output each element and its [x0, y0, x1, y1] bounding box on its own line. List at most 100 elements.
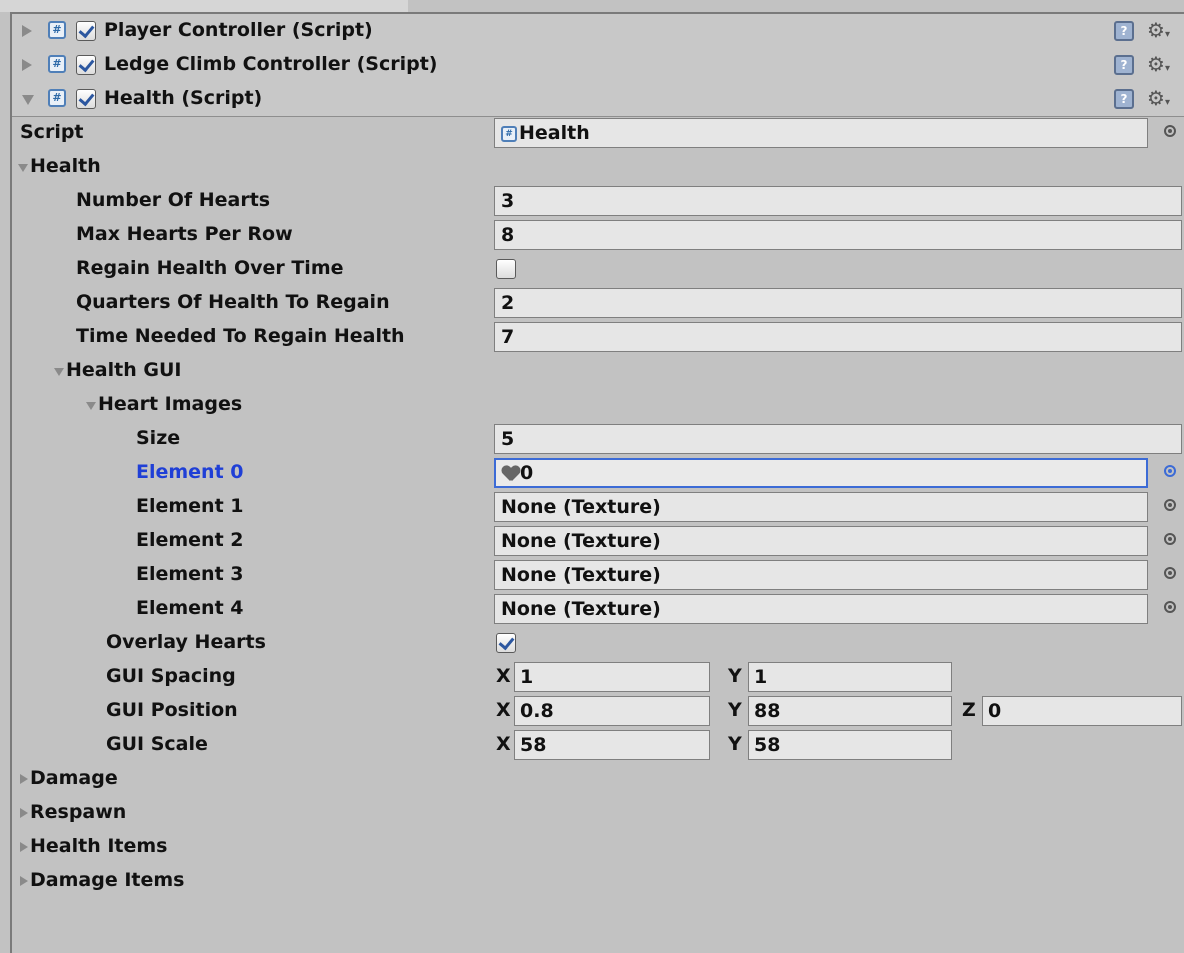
- csharp-script-icon: #: [48, 89, 66, 107]
- foldout-collapsed-icon[interactable]: [22, 25, 32, 37]
- heart-images-size-row: Size 5: [12, 422, 1184, 456]
- number-of-hearts-input[interactable]: 3: [494, 186, 1182, 216]
- gui-spacing-x-input[interactable]: 1: [514, 662, 710, 692]
- gui-scale-y-input[interactable]: 58: [748, 730, 952, 760]
- respawn-label: Respawn: [30, 801, 127, 823]
- component-title: Player Controller (Script): [104, 19, 373, 41]
- inspector-panel: # Player Controller (Script) ? ⚙▾ # Ledg…: [10, 12, 1184, 953]
- gear-icon[interactable]: ⚙▾: [1147, 88, 1170, 110]
- regain-health-over-time-checkbox[interactable]: [496, 259, 516, 279]
- foldout-expanded-icon[interactable]: [18, 164, 28, 172]
- damage-foldout[interactable]: Damage: [12, 762, 1184, 796]
- element-4-object-field[interactable]: None (Texture): [494, 594, 1148, 624]
- gui-spacing-y-input[interactable]: 1: [748, 662, 952, 692]
- heart-texture-icon: [502, 466, 520, 482]
- script-row: Script # Health: [12, 116, 1184, 150]
- object-picker-icon[interactable]: [1164, 465, 1176, 477]
- regain-health-over-time-label: Regain Health Over Time: [76, 257, 344, 279]
- gui-scale-row: GUI Scale X 58 Y 58: [12, 728, 1184, 762]
- time-needed-row: Time Needed To Regain Health 7: [12, 320, 1184, 354]
- foldout-collapsed-icon[interactable]: [20, 876, 28, 886]
- element-0-object-field[interactable]: 0: [494, 458, 1148, 488]
- number-of-hearts-row: Number Of Hearts 3: [12, 184, 1184, 218]
- script-object-field[interactable]: # Health: [494, 118, 1148, 148]
- component-enabled-checkbox[interactable]: [76, 21, 96, 41]
- regain-health-over-time-row: Regain Health Over Time: [12, 252, 1184, 286]
- help-book-icon[interactable]: ?: [1114, 21, 1134, 41]
- overlay-hearts-row: Overlay Hearts: [12, 626, 1184, 660]
- gui-position-y-input[interactable]: 88: [748, 696, 952, 726]
- z-axis-label: Z: [962, 699, 976, 721]
- max-hearts-per-row-row: Max Hearts Per Row 8: [12, 218, 1184, 252]
- element-0-row: Element 0 0: [12, 456, 1184, 490]
- gear-icon[interactable]: ⚙▾: [1147, 20, 1170, 42]
- quarters-of-health-input[interactable]: 2: [494, 288, 1182, 318]
- object-picker-icon[interactable]: [1164, 567, 1176, 579]
- y-axis-label: Y: [728, 699, 742, 721]
- csharp-script-icon: #: [48, 21, 66, 39]
- object-picker-icon[interactable]: [1164, 601, 1176, 613]
- foldout-collapsed-icon[interactable]: [20, 774, 28, 784]
- foldout-collapsed-icon[interactable]: [20, 842, 28, 852]
- csharp-script-icon: #: [501, 125, 517, 142]
- time-needed-input[interactable]: 7: [494, 322, 1182, 352]
- time-needed-label: Time Needed To Regain Health: [76, 325, 405, 347]
- gui-spacing-row: GUI Spacing X 1 Y 1: [12, 660, 1184, 694]
- gui-position-x-input[interactable]: 0.8: [514, 696, 710, 726]
- health-items-foldout[interactable]: Health Items: [12, 830, 1184, 864]
- foldout-collapsed-icon[interactable]: [20, 808, 28, 818]
- element-3-label: Element 3: [136, 563, 244, 585]
- element-2-row: Element 2 None (Texture): [12, 524, 1184, 558]
- heart-images-foldout[interactable]: Heart Images: [12, 388, 1184, 422]
- component-title: Health (Script): [104, 87, 263, 109]
- element-1-label: Element 1: [136, 495, 244, 517]
- max-hearts-per-row-label: Max Hearts Per Row: [76, 223, 293, 245]
- section-label: Health: [30, 155, 101, 177]
- x-axis-label: X: [496, 699, 511, 721]
- damage-items-label: Damage Items: [30, 869, 185, 891]
- damage-label: Damage: [30, 767, 118, 789]
- quarters-of-health-row: Quarters Of Health To Regain 2: [12, 286, 1184, 320]
- component-header-health[interactable]: # Health (Script) ? ⚙▾: [12, 82, 1184, 117]
- heart-images-label: Heart Images: [98, 393, 243, 415]
- object-picker-icon[interactable]: [1164, 125, 1176, 137]
- y-axis-label: Y: [728, 733, 742, 755]
- foldout-expanded-icon[interactable]: [54, 368, 64, 376]
- health-gui-label: Health GUI: [66, 359, 182, 381]
- component-header-player-controller[interactable]: # Player Controller (Script) ? ⚙▾: [12, 14, 1184, 49]
- respawn-foldout[interactable]: Respawn: [12, 796, 1184, 830]
- health-gui-foldout[interactable]: Health GUI: [12, 354, 1184, 388]
- foldout-expanded-icon[interactable]: [22, 95, 34, 105]
- element-3-row: Element 3 None (Texture): [12, 558, 1184, 592]
- max-hearts-per-row-input[interactable]: 8: [494, 220, 1182, 250]
- y-axis-label: Y: [728, 665, 742, 687]
- gui-scale-label: GUI Scale: [106, 733, 208, 755]
- overlay-hearts-checkbox[interactable]: [496, 633, 516, 653]
- size-input[interactable]: 5: [494, 424, 1182, 454]
- help-book-icon[interactable]: ?: [1114, 55, 1134, 75]
- component-enabled-checkbox[interactable]: [76, 55, 96, 75]
- object-picker-icon[interactable]: [1164, 499, 1176, 511]
- object-picker-icon[interactable]: [1164, 533, 1176, 545]
- element-2-label: Element 2: [136, 529, 244, 551]
- element-0-label: Element 0: [136, 461, 244, 483]
- gui-position-z-input[interactable]: 0: [982, 696, 1182, 726]
- component-header-ledge-climb-controller[interactable]: # Ledge Climb Controller (Script) ? ⚙▾: [12, 48, 1184, 83]
- health-section-foldout[interactable]: Health: [12, 150, 1184, 184]
- quarters-of-health-label: Quarters Of Health To Regain: [76, 291, 390, 313]
- component-enabled-checkbox[interactable]: [76, 89, 96, 109]
- help-book-icon[interactable]: ?: [1114, 89, 1134, 109]
- gui-scale-x-input[interactable]: 58: [514, 730, 710, 760]
- element-1-object-field[interactable]: None (Texture): [494, 492, 1148, 522]
- x-axis-label: X: [496, 665, 511, 687]
- element-3-object-field[interactable]: None (Texture): [494, 560, 1148, 590]
- element-2-object-field[interactable]: None (Texture): [494, 526, 1148, 556]
- element-0-value: 0: [520, 462, 534, 484]
- damage-items-foldout[interactable]: Damage Items: [12, 864, 1184, 898]
- x-axis-label: X: [496, 733, 511, 755]
- gui-position-label: GUI Position: [106, 699, 238, 721]
- gear-icon[interactable]: ⚙▾: [1147, 54, 1170, 76]
- foldout-collapsed-icon[interactable]: [22, 59, 32, 71]
- foldout-expanded-icon[interactable]: [86, 402, 96, 410]
- element-1-row: Element 1 None (Texture): [12, 490, 1184, 524]
